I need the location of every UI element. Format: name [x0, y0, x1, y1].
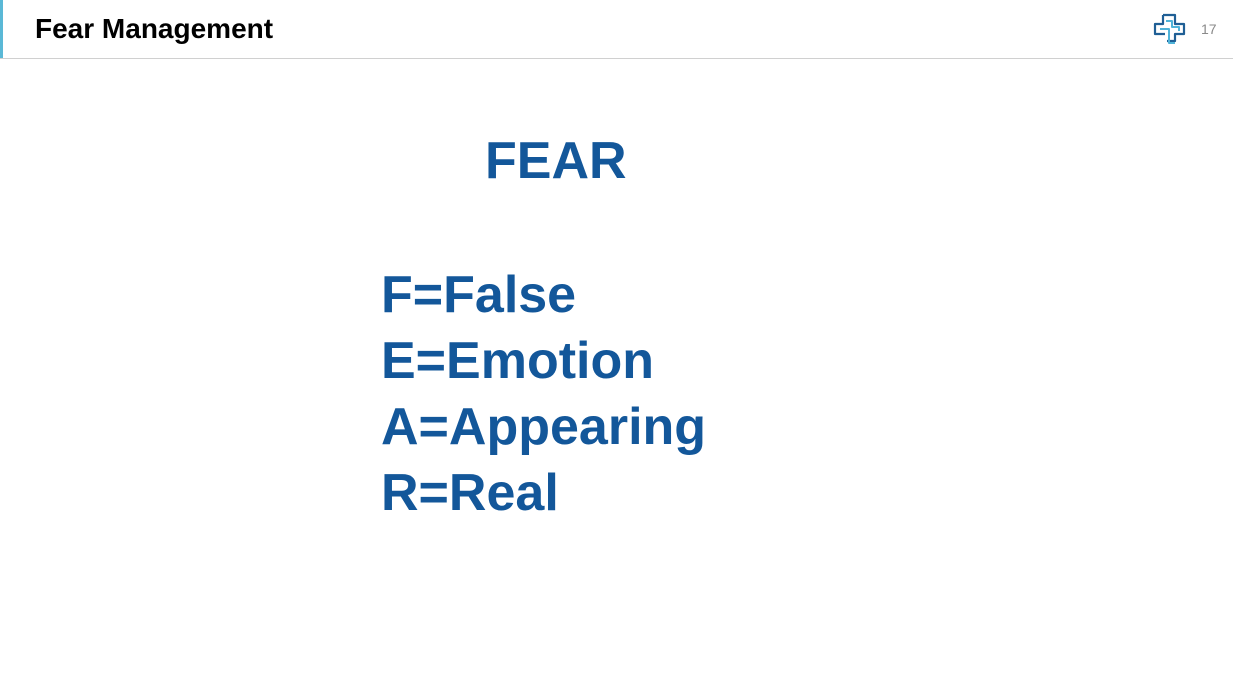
- slide-header: Fear Management 17: [0, 0, 1233, 59]
- acronym-line-r: R=Real: [381, 464, 559, 522]
- header-accent-bar: [0, 0, 3, 58]
- slide-header-title: Fear Management: [35, 13, 274, 44]
- acronym-line-f: F=False: [381, 266, 577, 324]
- page-number: 17: [1201, 21, 1217, 37]
- slide-main-title: FEAR: [485, 132, 627, 190]
- acronym-line-a: A=Appearing: [381, 398, 707, 456]
- acronym-list: F=False E=Emotion A=Appearing R=Real: [381, 262, 706, 526]
- acronym-line-e: E=Emotion: [381, 332, 655, 390]
- slide: Fear Management 17 FEAR F=False E=Emotio…: [0, 0, 1233, 681]
- cross-logo-icon: [1153, 13, 1187, 45]
